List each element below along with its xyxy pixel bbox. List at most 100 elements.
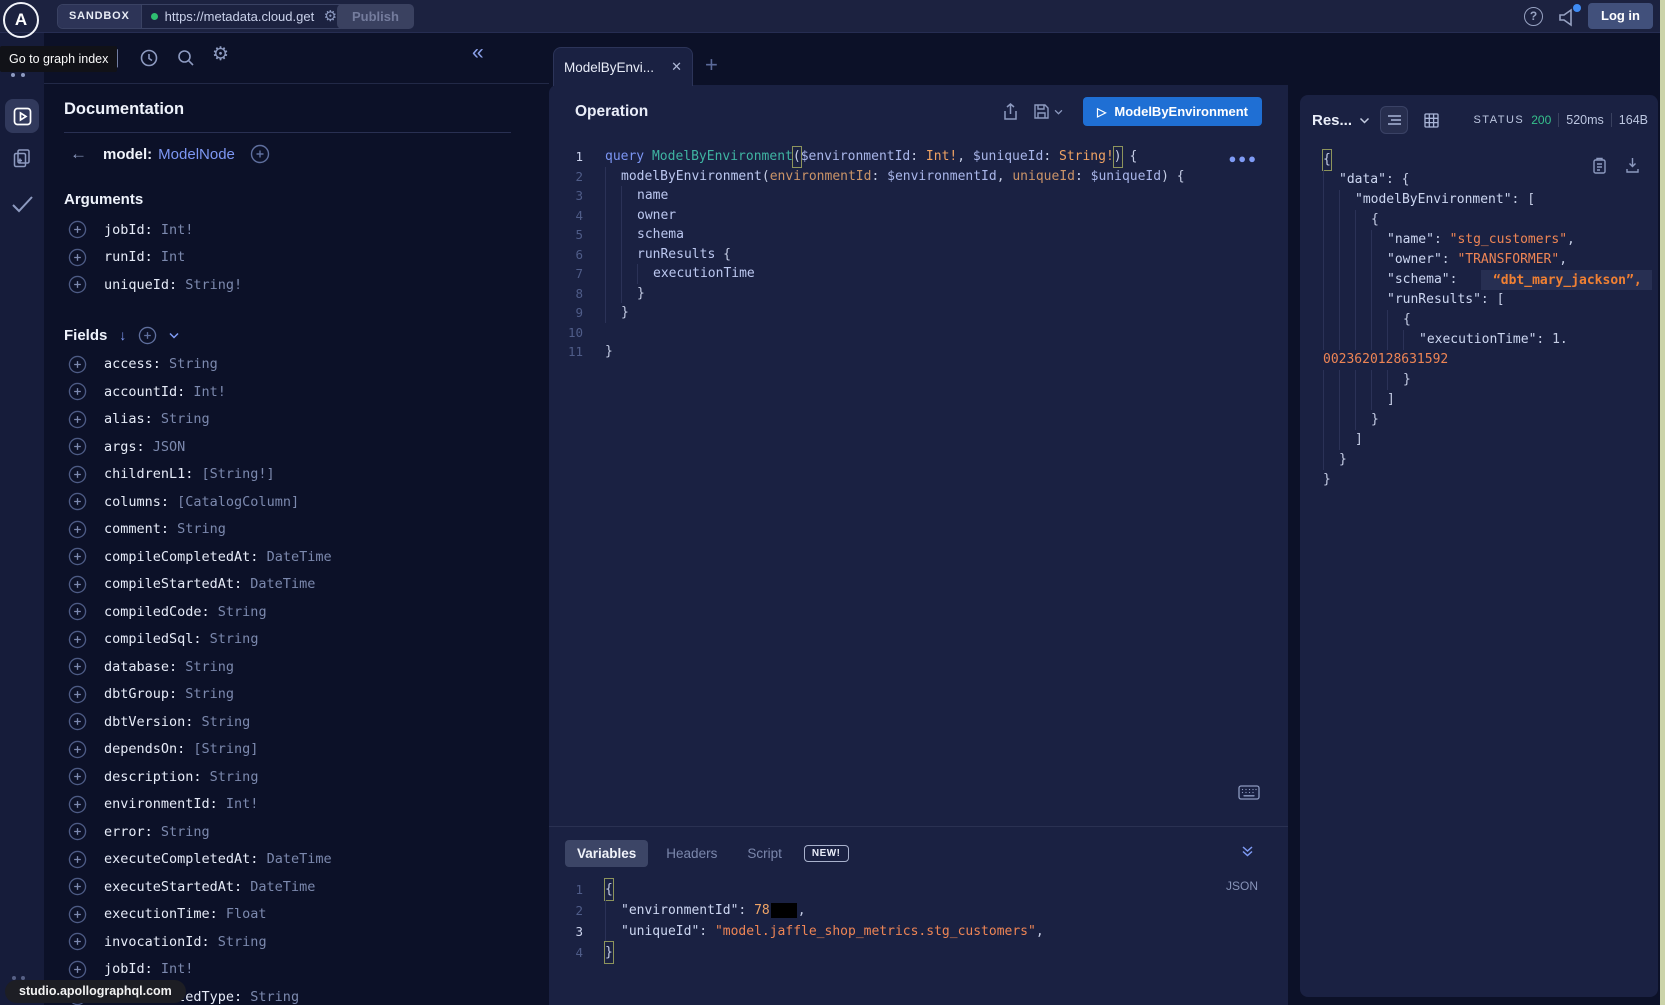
- field-row[interactable]: childrenL1: [String!]: [68, 461, 549, 489]
- doc-type-name[interactable]: ModelNode: [158, 146, 235, 163]
- field-row[interactable]: compileCompletedAt: DateTime: [68, 543, 549, 571]
- response-dropdown-chevron-icon[interactable]: [1359, 117, 1370, 124]
- code-line[interactable]: "executionTime": 1.: [1323, 330, 1658, 350]
- code-line[interactable]: "modelByEnvironment": [: [1323, 190, 1658, 210]
- variables-editor[interactable]: 1{2"environmentId": 78,3"uniqueId": "mod…: [549, 879, 1288, 963]
- collapse-panel-icon[interactable]: «: [472, 41, 484, 65]
- field-row[interactable]: alias: String: [68, 406, 549, 434]
- field-row[interactable]: environmentId: Int!: [68, 791, 549, 819]
- field-type: String: [177, 659, 234, 675]
- field-row[interactable]: database: String: [68, 653, 549, 681]
- sidebar-item-explorer[interactable]: [5, 99, 39, 133]
- connection-settings-icon[interactable]: ⚙: [324, 9, 337, 24]
- field-row[interactable]: jobId: Int!: [68, 216, 549, 244]
- download-response-icon[interactable]: [1625, 157, 1640, 173]
- close-tab-icon[interactable]: ✕: [671, 59, 682, 75]
- sidebar-item-schema-docs[interactable]: [11, 147, 33, 169]
- history-icon[interactable]: [139, 48, 159, 68]
- add-type-icon[interactable]: [250, 144, 270, 164]
- code-line[interactable]: }: [1323, 450, 1658, 470]
- editor-options-icon[interactable]: ●●●: [1228, 151, 1258, 166]
- field-row[interactable]: dbtGroup: String: [68, 681, 549, 709]
- field-row[interactable]: compileStartedAt: DateTime: [68, 571, 549, 599]
- help-icon[interactable]: ?: [1524, 7, 1543, 26]
- code-line[interactable]: 1{: [549, 879, 1288, 900]
- field-row[interactable]: executionTime: Float: [68, 901, 549, 929]
- code-line[interactable]: ]: [1323, 390, 1658, 410]
- field-row[interactable]: jobId: Int!: [68, 956, 549, 984]
- field-row[interactable]: comment: String: [68, 516, 549, 544]
- field-row[interactable]: dependsOn: [String]: [68, 736, 549, 764]
- response-title[interactable]: Res...: [1312, 112, 1352, 129]
- browser-status-bar: studio.apollographql.com: [5, 980, 186, 1003]
- field-row[interactable]: columns: [CatalogColumn]: [68, 488, 549, 516]
- field-row[interactable]: uniqueId: String!: [68, 271, 549, 299]
- code-line[interactable]: "name": "stg_customers",: [1323, 230, 1658, 250]
- code-line[interactable]: ]: [1323, 430, 1658, 450]
- code-line[interactable]: 3"uniqueId": "model.jaffle_shop_metrics.…: [549, 921, 1288, 942]
- code-line[interactable]: }: [1323, 410, 1658, 430]
- keyboard-shortcuts-icon[interactable]: [1238, 785, 1260, 800]
- collapse-variables-icon[interactable]: [1241, 845, 1254, 858]
- code-line[interactable]: 11}: [549, 342, 1288, 362]
- field-row[interactable]: executeStartedAt: DateTime: [68, 873, 549, 901]
- code-line[interactable]: 2modelByEnvironment(environmentId: $envi…: [549, 167, 1288, 187]
- code-line[interactable]: }: [1323, 370, 1658, 390]
- code-line[interactable]: 4}: [549, 942, 1288, 963]
- field-row[interactable]: access: String: [68, 351, 549, 379]
- tab-variables[interactable]: Variables: [565, 840, 648, 867]
- code-line[interactable]: {: [1323, 310, 1658, 330]
- field-row[interactable]: runId: Int: [68, 244, 549, 272]
- code-line[interactable]: {: [1323, 210, 1658, 230]
- table-view-button[interactable]: [1418, 107, 1444, 133]
- field-row[interactable]: invocationId: String: [68, 928, 549, 956]
- save-dropdown-chevron-icon[interactable]: [1054, 109, 1063, 115]
- apollo-logo[interactable]: A: [3, 2, 39, 38]
- code-line[interactable]: 0023620128631592: [1323, 350, 1658, 370]
- field-row[interactable]: error: String: [68, 818, 549, 846]
- code-line[interactable]: 5schema: [549, 225, 1288, 245]
- response-json[interactable]: {"data": {"modelByEnvironment": [{"name"…: [1300, 150, 1658, 490]
- field-row[interactable]: description: String: [68, 763, 549, 791]
- tab-script[interactable]: Script: [735, 840, 794, 867]
- search-icon[interactable]: [176, 48, 196, 68]
- code-line[interactable]: 8}: [549, 284, 1288, 304]
- field-row[interactable]: compiledCode: String: [68, 598, 549, 626]
- code-line[interactable]: 7executionTime: [549, 264, 1288, 284]
- login-button[interactable]: Log in: [1588, 3, 1653, 29]
- tab-operation[interactable]: ModelByEnvi... ✕: [553, 47, 693, 86]
- new-tab-button[interactable]: +: [705, 52, 718, 78]
- field-row[interactable]: accountId: Int!: [68, 378, 549, 406]
- code-line[interactable]: }: [1323, 470, 1658, 490]
- field-row[interactable]: executeCompletedAt: DateTime: [68, 846, 549, 874]
- code-line[interactable]: 1query ModelByEnvironment($environmentId…: [549, 147, 1288, 167]
- code-line[interactable]: 3name: [549, 186, 1288, 206]
- code-line[interactable]: 2"environmentId": 78,: [549, 900, 1288, 921]
- code-line[interactable]: "schema": “dbt_mary_jackson”,: [1323, 270, 1658, 290]
- endpoint-url-input[interactable]: https://metadata.cloud.get: [165, 9, 317, 24]
- share-icon[interactable]: [1002, 103, 1019, 121]
- code-line[interactable]: 6runResults {: [549, 245, 1288, 265]
- code-line[interactable]: "owner": "TRANSFORMER",: [1323, 250, 1658, 270]
- save-icon[interactable]: [1033, 103, 1050, 120]
- code-line[interactable]: 4owner: [549, 206, 1288, 226]
- code-line[interactable]: "runResults": [: [1323, 290, 1658, 310]
- code-line[interactable]: 10: [549, 323, 1288, 343]
- copy-response-icon[interactable]: [1592, 157, 1607, 174]
- sidebar-item-checks[interactable]: [11, 195, 34, 213]
- settings-gear-icon[interactable]: ⚙: [212, 45, 229, 64]
- code-line[interactable]: 9}: [549, 303, 1288, 323]
- field-row[interactable]: args: JSON: [68, 433, 549, 461]
- tab-headers[interactable]: Headers: [654, 840, 729, 867]
- chevron-down-icon[interactable]: [169, 332, 179, 339]
- list-view-button[interactable]: [1381, 107, 1407, 133]
- field-row[interactable]: compiledSql: String: [68, 626, 549, 654]
- field-row[interactable]: dbtVersion: String: [68, 708, 549, 736]
- add-all-fields-icon[interactable]: [138, 326, 157, 345]
- publish-button[interactable]: Publish: [337, 4, 414, 29]
- query-editor[interactable]: 1query ModelByEnvironment($environmentId…: [549, 147, 1288, 362]
- graph-index-icon[interactable]: [11, 73, 25, 77]
- back-arrow-icon[interactable]: ←: [70, 144, 87, 164]
- run-operation-button[interactable]: ▷ ModelByEnvironment: [1083, 97, 1262, 126]
- sort-icon[interactable]: ↓: [119, 327, 126, 343]
